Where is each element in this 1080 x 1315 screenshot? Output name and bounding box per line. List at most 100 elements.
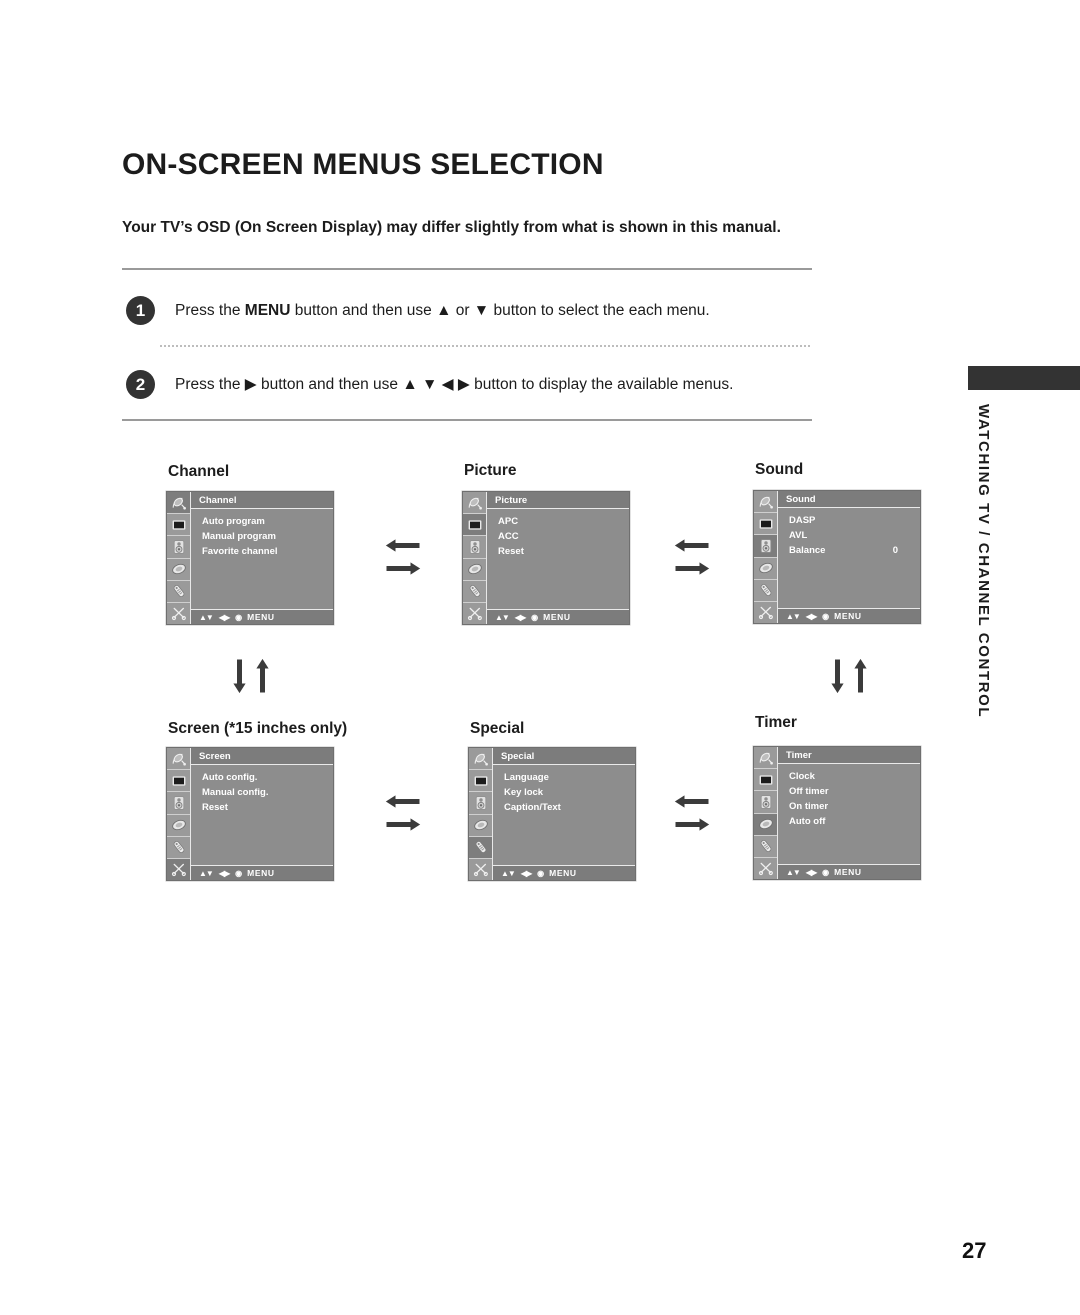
arrow-up-icon bbox=[255, 658, 270, 694]
osd-nav-updown-icon: ▲▼ bbox=[786, 611, 801, 621]
arrow-right-icon bbox=[385, 817, 421, 832]
step-1-text-bold: MENU bbox=[244, 301, 291, 319]
remote-control-icon[interactable] bbox=[469, 836, 492, 859]
osd-menu-item[interactable]: Caption/Text bbox=[504, 800, 627, 815]
osd-icon-rail bbox=[167, 748, 191, 881]
oval-timer-icon[interactable] bbox=[167, 815, 190, 837]
speaker-icon[interactable] bbox=[167, 536, 190, 559]
oval-timer-icon[interactable] bbox=[754, 813, 777, 836]
osd-panel-channel[interactable]: Channel Auto program Manual program Favorit… bbox=[166, 491, 334, 625]
tv-screen-icon[interactable] bbox=[167, 770, 190, 793]
osd-nav-menu-label[interactable]: MENU bbox=[543, 612, 570, 622]
scissors-tools-icon[interactable] bbox=[754, 858, 777, 879]
osd-header-title: Sound bbox=[778, 491, 920, 508]
speaker-icon[interactable] bbox=[463, 536, 486, 559]
osd-panel-timer[interactable]: Timer Clock Off timer On timer Auto off ▲▼ ◀▶ ◉… bbox=[753, 746, 921, 880]
speaker-icon[interactable] bbox=[754, 535, 777, 558]
osd-menu-item[interactable]: Auto program bbox=[202, 514, 325, 529]
scissors-tools-icon[interactable] bbox=[469, 859, 492, 880]
osd-menu-item-label: Reset bbox=[202, 802, 228, 813]
osd-menu-item[interactable]: AVL bbox=[789, 528, 912, 543]
osd-menu-item[interactable]: On timer bbox=[789, 799, 912, 814]
oval-timer-icon[interactable] bbox=[167, 559, 190, 581]
intro-paragraph: Your TV’s OSD (On Screen Display) may di… bbox=[122, 219, 781, 236]
satellite-dish-icon[interactable] bbox=[469, 748, 492, 771]
osd-menu-item-label: Caption/Text bbox=[504, 802, 561, 813]
osd-body: Sound DASP AVL Balance 0 ▲▼ ◀▶ ◉ MENU bbox=[778, 491, 920, 623]
speaker-icon[interactable] bbox=[754, 791, 777, 814]
remote-control-icon[interactable] bbox=[754, 836, 777, 858]
remote-control-icon[interactable] bbox=[167, 581, 190, 603]
osd-menu-item[interactable]: Off timer bbox=[789, 784, 912, 799]
speaker-icon[interactable] bbox=[167, 792, 190, 815]
flow-arrow-sound-to-timer bbox=[830, 658, 868, 694]
osd-icon-rail bbox=[469, 748, 493, 880]
divider-dotted bbox=[160, 345, 810, 347]
flow-arrow-picture-to-sound bbox=[672, 538, 712, 576]
osd-menu-item-label: ACC bbox=[498, 531, 519, 542]
step-1-text-post: button and then use ▲ or ▼ button to sel… bbox=[290, 301, 710, 319]
step-2-badge: 2 bbox=[126, 370, 155, 399]
osd-panel-screen[interactable]: Screen Auto config. Manual config. Reset ▲▼ ◀… bbox=[166, 747, 334, 881]
osd-nav-menu-label[interactable]: MENU bbox=[247, 868, 274, 878]
osd-menu-item-label: Auto program bbox=[202, 516, 265, 527]
tv-screen-icon[interactable] bbox=[463, 514, 486, 537]
satellite-dish-icon[interactable] bbox=[463, 492, 486, 515]
satellite-dish-icon[interactable] bbox=[167, 748, 190, 771]
osd-menu-item[interactable]: Auto off bbox=[789, 814, 912, 829]
osd-nav-menu-label[interactable]: MENU bbox=[834, 611, 861, 621]
osd-menu-item[interactable]: DASP bbox=[789, 513, 912, 528]
scissors-tools-icon[interactable] bbox=[167, 858, 190, 881]
scissors-tools-icon[interactable] bbox=[754, 602, 777, 623]
osd-menu-item[interactable]: Manual program bbox=[202, 529, 325, 544]
osd-menu-item-label: Auto config. bbox=[202, 772, 258, 783]
osd-nav-menu-label[interactable]: MENU bbox=[247, 612, 274, 622]
osd-menu-item[interactable]: Manual config. bbox=[202, 785, 325, 800]
osd-menu-item[interactable]: Reset bbox=[202, 800, 325, 815]
osd-nav-menu-label[interactable]: MENU bbox=[834, 867, 861, 877]
arrow-left-icon bbox=[674, 538, 710, 553]
osd-nav-leftright-icon: ◀▶ bbox=[218, 868, 230, 878]
osd-nav-menu-label[interactable]: MENU bbox=[549, 868, 576, 878]
osd-menu-item[interactable]: Favorite channel bbox=[202, 544, 325, 559]
osd-panel-sound[interactable]: Sound DASP AVL Balance 0 ▲▼ ◀▶ ◉ MENU bbox=[753, 490, 921, 624]
osd-menu-item[interactable]: Auto config. bbox=[202, 770, 325, 785]
osd-nav-select-icon: ◉ bbox=[822, 611, 829, 621]
osd-menu-item-label: DASP bbox=[789, 515, 816, 526]
osd-icon-rail bbox=[167, 492, 191, 624]
oval-timer-icon[interactable] bbox=[463, 559, 486, 581]
osd-panel-picture[interactable]: Picture APC ACC Reset ▲▼ ◀▶ ◉ MENU bbox=[462, 491, 630, 625]
satellite-dish-icon[interactable] bbox=[754, 747, 777, 770]
remote-control-icon[interactable] bbox=[754, 580, 777, 602]
osd-menu-item[interactable]: Reset bbox=[498, 544, 621, 559]
osd-item-list: Auto config. Manual config. Reset bbox=[191, 765, 333, 865]
remote-control-icon[interactable] bbox=[463, 581, 486, 603]
osd-menu-item[interactable]: Key lock bbox=[504, 785, 627, 800]
menu-caption-screen: Screen (*15 inches only) bbox=[168, 720, 348, 737]
tv-screen-icon[interactable] bbox=[754, 513, 777, 536]
tv-screen-icon[interactable] bbox=[754, 769, 777, 792]
osd-panel-special[interactable]: Special Language Key lock Caption/Text ▲▼ ◀▶ ◉… bbox=[468, 747, 636, 881]
menu-caption-timer: Timer bbox=[755, 714, 797, 731]
osd-menu-item[interactable]: APC bbox=[498, 514, 621, 529]
oval-timer-icon[interactable] bbox=[754, 558, 777, 580]
osd-menu-item[interactable]: Language bbox=[504, 770, 627, 785]
scissors-tools-icon[interactable] bbox=[167, 603, 190, 624]
osd-item-list: DASP AVL Balance 0 bbox=[778, 508, 920, 608]
osd-nav-leftright-icon: ◀▶ bbox=[218, 612, 230, 622]
osd-menu-item-label: Off timer bbox=[789, 786, 829, 797]
scissors-tools-icon[interactable] bbox=[463, 603, 486, 624]
satellite-dish-icon[interactable] bbox=[167, 492, 190, 515]
osd-nav-select-icon: ◉ bbox=[822, 867, 829, 877]
osd-menu-item[interactable]: Balance 0 bbox=[789, 543, 912, 558]
osd-menu-item[interactable]: ACC bbox=[498, 529, 621, 544]
osd-menu-item[interactable]: Clock bbox=[789, 769, 912, 784]
remote-control-icon[interactable] bbox=[167, 837, 190, 859]
arrow-up-icon bbox=[853, 658, 868, 694]
satellite-dish-icon[interactable] bbox=[754, 491, 777, 514]
tv-screen-icon[interactable] bbox=[469, 770, 492, 793]
tv-screen-icon[interactable] bbox=[167, 514, 190, 537]
oval-timer-icon[interactable] bbox=[469, 815, 492, 837]
speaker-icon[interactable] bbox=[469, 792, 492, 815]
osd-icon-rail bbox=[754, 747, 778, 879]
